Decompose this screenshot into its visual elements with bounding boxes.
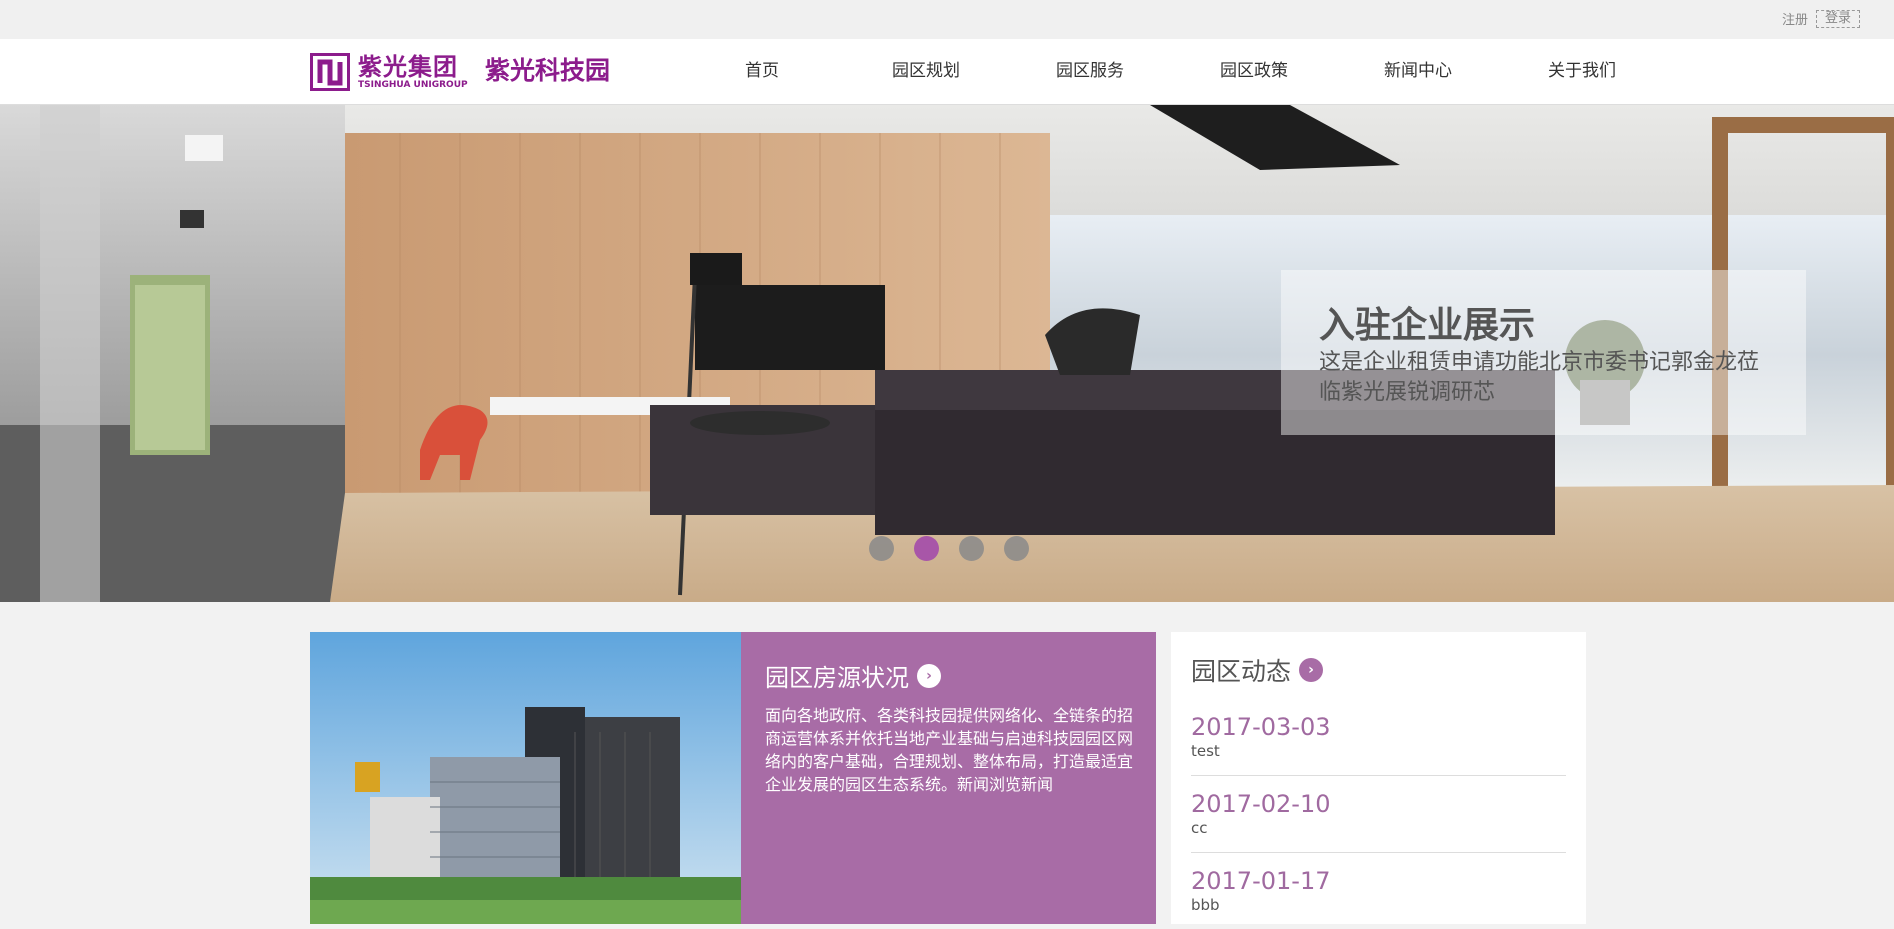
hero-carousel[interactable]: 入驻企业展示 这是企业租赁申请功能北京市委书记郭金龙莅临紫光展锐调研芯	[0, 105, 1894, 602]
housing-status-panel: 园区房源状况 › 面向各地政府、各类科技园提供网络化、全链条的招商运营体系并依托…	[741, 632, 1156, 924]
news-text: bbb	[1191, 896, 1220, 914]
news-item[interactable]: 2017-03-03 test	[1191, 710, 1566, 776]
nav-item-about[interactable]: 关于我们	[1500, 39, 1664, 104]
nav-item-services[interactable]: 园区服务	[1008, 39, 1172, 104]
carousel-dot[interactable]	[959, 536, 984, 561]
news-text: test	[1191, 742, 1220, 760]
nav-item-policy[interactable]: 园区政策	[1172, 39, 1336, 104]
carousel-dot[interactable]	[869, 536, 894, 561]
nav-item-home[interactable]: 首页	[680, 39, 844, 104]
housing-title: 园区房源状况	[765, 664, 909, 692]
news-text: cc	[1191, 819, 1208, 837]
logo-name-en: TSINGHUA UNIGROUP	[358, 80, 468, 90]
site-header: 紫光集团 TSINGHUA UNIGROUP 紫光科技园 首页 园区规划 园区服…	[0, 39, 1894, 105]
housing-description: 面向各地政府、各类科技园提供网络化、全链条的招商运营体系并依托当地产业基础与启迪…	[765, 706, 1134, 794]
news-heading[interactable]: 园区动态 ›	[1191, 652, 1324, 688]
carousel-dot[interactable]	[1004, 536, 1029, 561]
site-name: 紫光科技园	[485, 56, 611, 85]
unigroup-logo[interactable]: 紫光集团 TSINGHUA UNIGROUP	[310, 53, 468, 91]
logo-name-cn: 紫光集团	[358, 53, 458, 81]
news-item[interactable]: 2017-02-10 cc	[1191, 787, 1566, 853]
unigroup-logo-icon	[310, 53, 350, 91]
main-nav: 首页 园区规划 园区服务 园区政策 新闻中心 关于我们	[680, 39, 1664, 104]
chevron-right-circle-icon[interactable]: ›	[1299, 658, 1324, 682]
news-title: 园区动态	[1191, 657, 1292, 686]
news-item[interactable]: 2017-01-17 bbb	[1191, 864, 1566, 929]
news-date: 2017-03-03	[1191, 713, 1331, 741]
housing-heading[interactable]: 园区房源状况 ›	[765, 658, 941, 693]
park-news-panel: 园区动态 › 2017-03-03 test 2017-02-10 cc 201…	[1171, 632, 1586, 924]
banner-description: 这是企业租赁申请功能北京市委书记郭金龙莅临紫光展锐调研芯	[1319, 350, 1760, 405]
banner-title: 入驻企业展示	[1319, 305, 1536, 346]
news-date: 2017-02-10	[1191, 790, 1331, 818]
register-link[interactable]: 注册	[1782, 9, 1808, 28]
carousel-indicators	[869, 536, 1029, 561]
top-utility-bar: 注册 登录	[0, 0, 1894, 39]
building-illustration	[310, 632, 741, 924]
login-link[interactable]: 登录	[1815, 9, 1860, 28]
chevron-right-circle-icon[interactable]: ›	[917, 663, 941, 688]
account-links: 注册 登录	[1782, 9, 1860, 28]
nav-item-planning[interactable]: 园区规划	[844, 39, 1008, 104]
news-date: 2017-01-17	[1191, 867, 1331, 895]
carousel-dot-active[interactable]	[914, 536, 939, 561]
banner-caption: 入驻企业展示 这是企业租赁申请功能北京市委书记郭金龙莅临紫光展锐调研芯	[1281, 270, 1806, 435]
nav-item-news[interactable]: 新闻中心	[1336, 39, 1500, 104]
logo-text: 紫光集团 TSINGHUA UNIGROUP	[358, 54, 468, 90]
park-building-image	[310, 632, 741, 924]
